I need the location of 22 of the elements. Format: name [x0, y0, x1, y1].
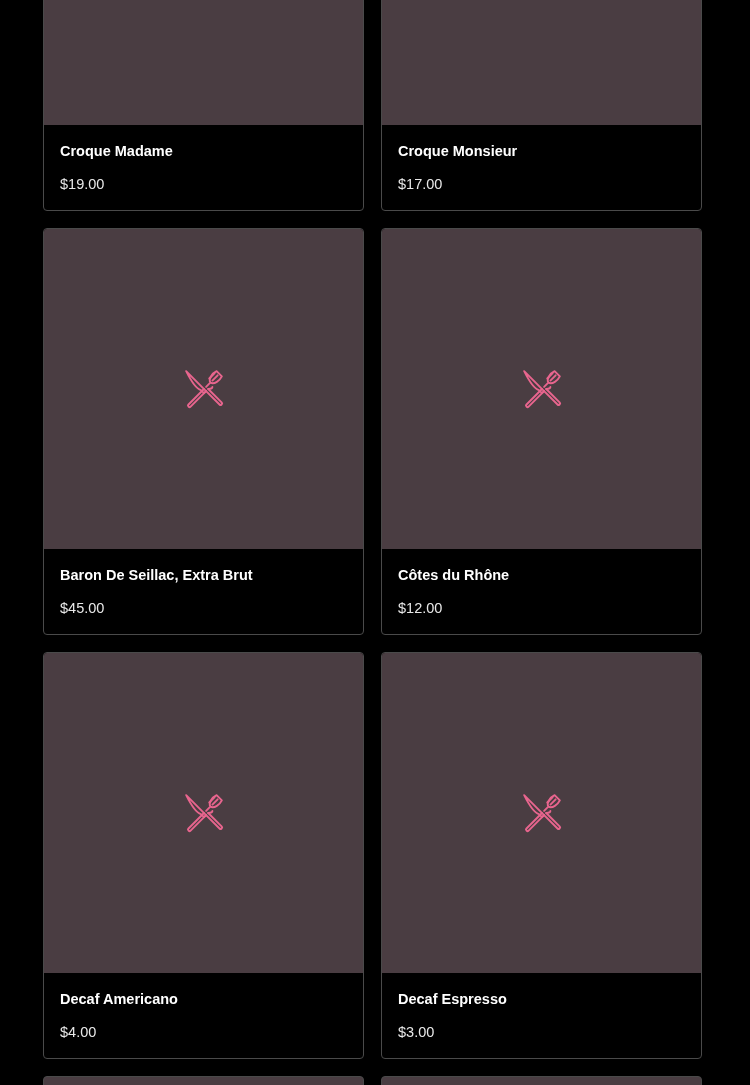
fork-knife-icon: [182, 792, 225, 834]
item-name: Croque Monsieur: [398, 143, 519, 159]
item-price: $19.00: [60, 176, 106, 192]
item-price: $17.00: [398, 176, 444, 192]
menu-card[interactable]: Côtes du Rhône $12.00: [381, 228, 702, 635]
menu-card[interactable]: Decaf Espresso $3.00: [381, 652, 702, 1059]
item-name: Decaf Espresso: [398, 991, 508, 1007]
item-price: $4.00: [60, 1024, 98, 1040]
item-name: Côtes du Rhône: [398, 567, 511, 583]
item-price: $45.00: [60, 600, 106, 616]
item-name: Croque Madame: [60, 143, 174, 159]
item-price: $3.00: [398, 1024, 436, 1040]
fork-knife-icon: [182, 368, 225, 410]
fork-knife-icon: [520, 368, 563, 410]
menu-card[interactable]: Croque Madame $19.00: [43, 0, 364, 211]
menu-card[interactable]: Baron De Seillac, Extra Brut $45.00: [43, 228, 364, 635]
menu-card[interactable]: Croque Monsieur $17.00: [381, 0, 702, 211]
item-price: $12.00: [398, 600, 444, 616]
menu-card[interactable]: Decaf Americano $4.00: [43, 652, 364, 1059]
item-name: Decaf Americano: [60, 991, 179, 1007]
fork-knife-icon: [520, 792, 563, 834]
item-name: Baron De Seillac, Extra Brut: [60, 567, 254, 583]
